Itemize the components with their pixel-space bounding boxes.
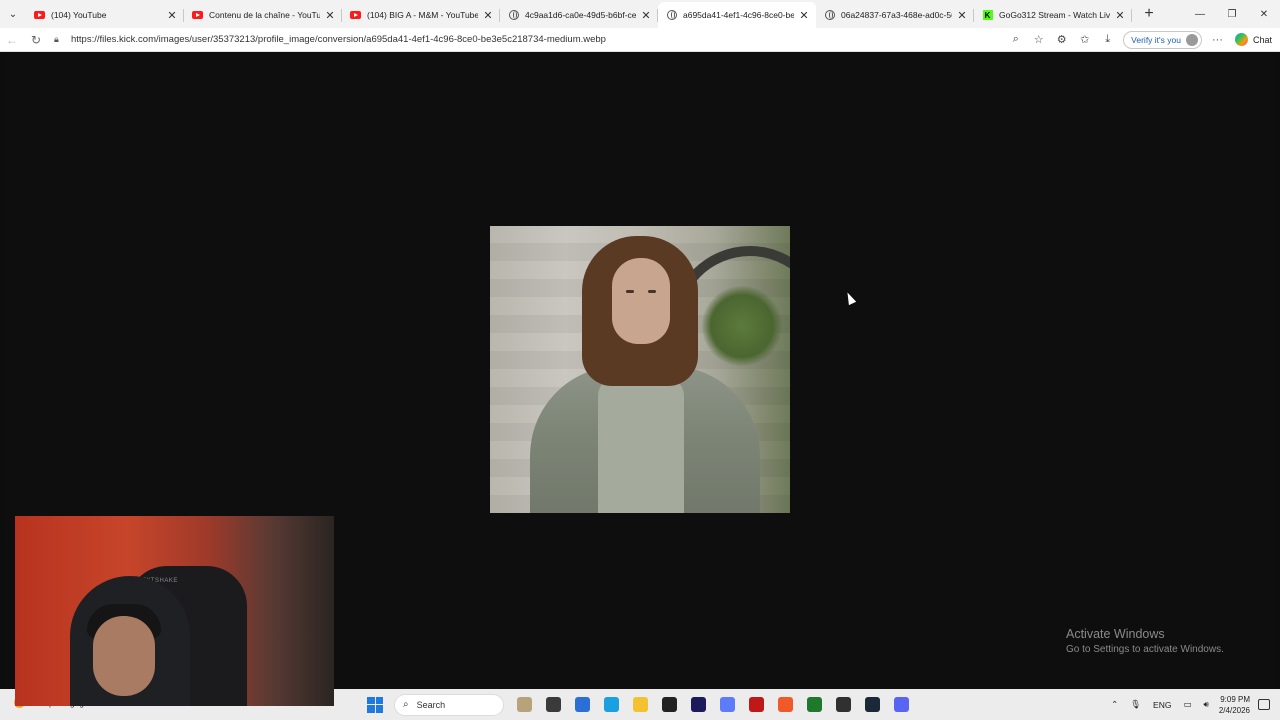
close-tab-icon[interactable]: ✕ <box>166 9 178 22</box>
language-indicator[interactable]: ENG <box>1147 700 1177 710</box>
close-tab-icon[interactable]: ✕ <box>324 9 336 22</box>
tab-title: a695da41-4ef1-4c96-8ce0-be3e5 <box>683 10 794 20</box>
chat-label: Chat <box>1252 34 1272 45</box>
favorites-icon[interactable]: ✩ <box>1073 28 1096 52</box>
premiere-icon[interactable] <box>684 692 713 717</box>
site-info-icon[interactable]: 🔒︎ <box>54 34 65 45</box>
tab-image-1[interactable]: 4c9aa1d6-ca0e-49d5-b6bf-ce387 ✕ <box>500 2 658 28</box>
terminal-green-icon[interactable] <box>800 692 829 717</box>
favorite-star-icon[interactable]: ☆ <box>1027 28 1050 52</box>
clock-date: 2/4/2026 <box>1218 705 1250 715</box>
globe-icon <box>824 10 835 21</box>
profile-verify-button[interactable]: Verify it's you <box>1123 30 1202 49</box>
tab-title: 06a24837-67a3-468e-ad0c-562a7 <box>841 10 952 20</box>
tab-kick-stream[interactable]: K GoGo312 Stream - Watch Live on ✕ <box>974 2 1132 28</box>
start-button[interactable] <box>364 694 386 716</box>
youtube-icon <box>192 10 203 21</box>
widgets-app-icon[interactable] <box>510 692 539 717</box>
tab-title: GoGo312 Stream - Watch Live on <box>999 10 1110 20</box>
back-button[interactable]: ← <box>0 28 24 52</box>
globe-icon <box>666 10 677 21</box>
refresh-button[interactable]: ↻ <box>24 28 48 52</box>
tab-title: 4c9aa1d6-ca0e-49d5-b6bf-ce387 <box>525 10 636 20</box>
taskbar-search[interactable]: ⌕ Search <box>394 693 504 716</box>
watermark-subtitle: Go to Settings to activate Windows. <box>1066 644 1224 655</box>
close-tab-icon[interactable]: ✕ <box>640 9 652 22</box>
close-tab-icon[interactable]: ✕ <box>798 9 810 22</box>
download-icon[interactable]: ⤓ <box>1096 28 1119 52</box>
steam-icon[interactable] <box>858 692 887 717</box>
window-controls: — ❐ ✕ <box>1184 0 1280 28</box>
microphone-icon[interactable]: 🎙︎ <box>1124 699 1147 710</box>
notification-icon[interactable] <box>1258 699 1270 710</box>
clock-time: 9:09 PM <box>1220 694 1250 704</box>
extensions-icon[interactable]: ⚙ <box>1050 28 1073 52</box>
minimize-button[interactable]: — <box>1184 0 1216 28</box>
system-tray: ⌃ 🎙︎ ENG ▭ 🔊︎ 9:09 PM 2/4/2026 <box>1105 689 1280 720</box>
edge-icon[interactable] <box>597 692 626 717</box>
browser-toolbar: ← ↻ 🔒︎ https://files.kick.com/images/use… <box>0 28 1280 52</box>
discord-icon[interactable] <box>887 692 916 717</box>
webcam-overlay: NEXTSHAKE <box>15 516 334 706</box>
tab-image-3[interactable]: 06a24837-67a3-468e-ad0c-562a7 ✕ <box>816 2 974 28</box>
globe-icon <box>508 10 519 21</box>
volume-icon[interactable]: 🔊︎ <box>1198 699 1215 710</box>
verify-label: Verify it's you <box>1131 34 1181 45</box>
chevron-down-icon: ⌄ <box>8 8 18 20</box>
close-tab-icon[interactable]: ✕ <box>482 9 494 22</box>
youtube-icon <box>350 10 361 21</box>
network-icon[interactable]: ▭ <box>1177 699 1197 710</box>
close-tab-icon[interactable]: ✕ <box>956 9 968 22</box>
tab-list: (104) YouTube ✕ Contenu de la chaîne - Y… <box>26 0 1132 28</box>
tab-strip: ⌄ (104) YouTube ✕ Contenu de la chaîne -… <box>0 0 1280 28</box>
youtube-icon <box>34 10 45 21</box>
tab-actions-menu-button[interactable]: ⌄ <box>0 0 26 28</box>
tab-youtube[interactable]: (104) YouTube ✕ <box>26 2 184 28</box>
kick-icon: K <box>982 10 993 21</box>
file-explorer-dark-icon[interactable] <box>539 692 568 717</box>
restore-button[interactable]: ❐ <box>1216 0 1248 28</box>
chevron-up-icon[interactable]: ⌃ <box>1105 699 1124 710</box>
tab-youtube-video[interactable]: (104) BIG A - M&M - YouTube ✕ <box>342 2 500 28</box>
file-explorer-icon[interactable] <box>626 692 655 717</box>
tab-youtube-studio[interactable]: Contenu de la chaîne - YouTube St ✕ <box>184 2 342 28</box>
watermark-title: Activate Windows <box>1066 627 1165 641</box>
close-tab-icon[interactable]: ✕ <box>1114 9 1126 22</box>
clock[interactable]: 9:09 PM 2/4/2026 <box>1215 694 1258 716</box>
brave-icon[interactable] <box>771 692 800 717</box>
new-tab-button[interactable]: + <box>1136 1 1162 27</box>
tab-title: (104) YouTube <box>51 10 107 20</box>
close-window-button[interactable]: ✕ <box>1248 0 1280 28</box>
profile-image[interactable] <box>490 226 790 513</box>
address-bar[interactable]: 🔒︎ https://files.kick.com/images/user/35… <box>48 29 1004 51</box>
zoom-icon[interactable]: ⌕ <box>1004 28 1027 52</box>
obs-icon[interactable] <box>829 692 858 717</box>
taskbar-apps: ⌕ Search <box>364 692 916 717</box>
copilot-icon[interactable] <box>713 692 742 717</box>
url-text[interactable]: https://files.kick.com/images/user/35373… <box>71 34 606 45</box>
copilot-icon <box>1234 33 1248 46</box>
record-app-icon[interactable] <box>742 692 771 717</box>
copilot-chat-button[interactable]: Chat <box>1229 33 1280 46</box>
tab-image-active[interactable]: a695da41-4ef1-4c96-8ce0-be3e5 ✕ <box>658 2 816 28</box>
search-icon: ⌕ <box>403 699 409 710</box>
tab-title: (104) BIG A - M&M - YouTube <box>367 10 478 20</box>
capcut-icon[interactable] <box>655 692 684 717</box>
tab-title: Contenu de la chaîne - YouTube St <box>209 10 320 20</box>
store-icon[interactable] <box>568 692 597 717</box>
search-label: Search <box>416 699 446 710</box>
activate-windows-watermark: Activate Windows Go to Settings to activ… <box>1066 627 1224 655</box>
more-menu-icon[interactable]: ··· <box>1206 28 1229 52</box>
avatar <box>1185 33 1198 46</box>
